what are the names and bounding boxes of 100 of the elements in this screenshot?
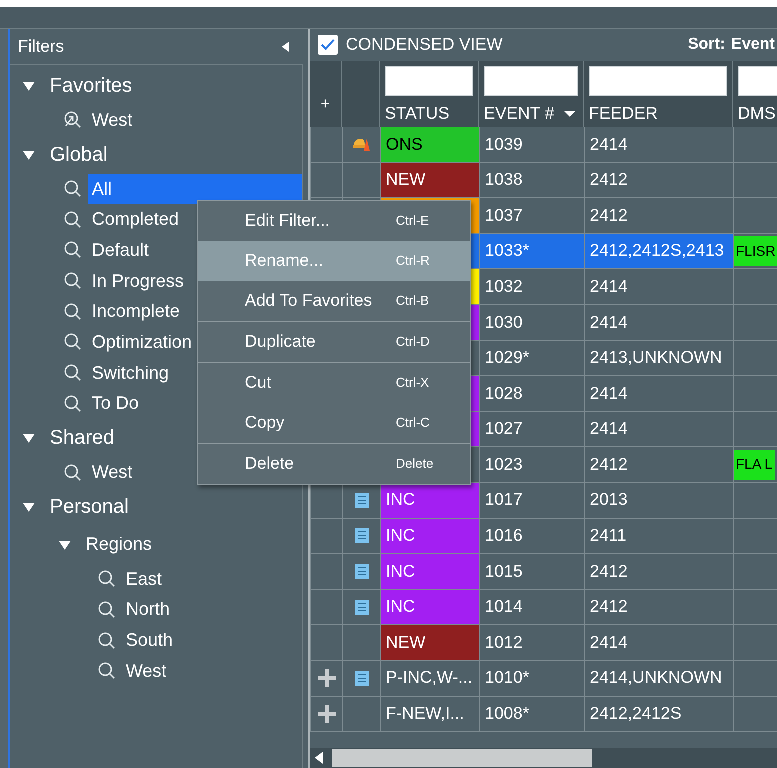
expand-arrow-icon[interactable] <box>22 500 36 513</box>
feeder-cell: 2412,2412S,2413 <box>585 234 734 270</box>
status-cell: NEW <box>381 162 480 198</box>
menu-item[interactable]: Copy Ctrl-C <box>198 403 470 443</box>
condensed-view-label: CONDENSED VIEW <box>346 34 503 56</box>
tree-group-label[interactable]: Favorites <box>50 71 132 101</box>
feeder-cell: 2412 <box>585 162 734 198</box>
search-icon <box>98 570 116 588</box>
column-header[interactable]: EVENT # <box>484 101 555 126</box>
status-cell: INC <box>381 590 480 626</box>
search-icon <box>64 272 82 290</box>
scrollbar-thumb[interactable] <box>332 749 592 767</box>
feeder-cell: 2414 <box>585 269 734 305</box>
column-header[interactable]: FEEDER <box>589 101 658 126</box>
menu-item-label: Duplicate <box>245 331 317 354</box>
shortcut-label: Ctrl-C <box>396 414 431 432</box>
expand-arrow-icon[interactable] <box>22 148 36 161</box>
condensed-view-checkbox[interactable] <box>318 35 338 55</box>
event-cell: 1039 <box>480 127 585 163</box>
expand-arrow-icon[interactable] <box>22 80 36 92</box>
feeder-cell: 2413,UNKNOWN <box>585 340 734 376</box>
sort-arrow-icon <box>564 110 576 117</box>
menu-item-label: Cut <box>245 372 272 394</box>
column-filter-field[interactable] <box>385 66 473 96</box>
plus-icon[interactable] <box>316 704 336 724</box>
filter-item[interactable]: North <box>122 594 302 626</box>
shortcut-label: Ctrl-B <box>396 292 430 310</box>
dms-tag: FLISR <box>734 236 777 266</box>
shortcut-label: Ctrl-D <box>396 333 431 352</box>
filter-item[interactable]: West <box>88 105 302 136</box>
feeder-cell: 2414 <box>585 376 734 412</box>
check-icon <box>321 39 335 51</box>
sort-value: Event <box>731 35 775 55</box>
filter-item[interactable]: West <box>122 656 302 687</box>
event-cell: 1017 <box>480 482 585 519</box>
panel-title: Filters <box>18 36 64 58</box>
feeder-cell: 2414 <box>585 412 734 448</box>
expand-all-header[interactable]: + <box>320 93 330 117</box>
search-icon <box>64 180 82 198</box>
event-cell: 1008* <box>480 696 585 732</box>
feeder-cell: 2411 <box>585 518 734 554</box>
tree-group-label[interactable]: Shared <box>50 423 114 454</box>
status-cell: INC <box>381 554 480 590</box>
search-icon <box>98 662 116 680</box>
status-cell: INC <box>381 482 480 519</box>
event-cell: 1032 <box>480 269 585 305</box>
column-filter-field[interactable] <box>484 66 578 96</box>
search-icon <box>64 210 82 229</box>
menu-item-label: Copy <box>245 412 286 434</box>
feeder-cell: 2412,2412S <box>585 696 734 732</box>
status-cell: P-INC,W-... <box>381 660 480 696</box>
column-header[interactable]: STATUS <box>385 101 450 126</box>
menu-item[interactable]: Add To Favorites Ctrl-B <box>198 281 470 321</box>
feeder-cell: 2412 <box>585 590 734 626</box>
tree-group-label[interactable]: Global <box>50 140 108 170</box>
event-cell: 1038 <box>480 162 585 198</box>
search-icon <box>64 302 82 321</box>
column-header[interactable]: DMS <box>738 101 776 126</box>
shortcut-label: Ctrl-R <box>396 252 431 270</box>
column-filter-field[interactable] <box>589 66 727 96</box>
scroll-left-icon[interactable] <box>314 751 324 765</box>
list-icon <box>354 492 368 508</box>
expand-arrow-icon[interactable] <box>58 538 72 551</box>
status-cell: NEW <box>381 625 480 661</box>
list-icon <box>354 528 368 544</box>
event-cell: 1015 <box>480 554 585 590</box>
status-cell: INC <box>381 518 480 554</box>
feeder-cell: 2414 <box>585 625 734 661</box>
shortcut-label: Delete <box>396 455 435 474</box>
event-cell: 1028 <box>480 376 585 412</box>
event-cell: 1033* <box>480 234 585 270</box>
event-cell: 1030 <box>480 304 585 341</box>
menu-item-label: Rename... <box>245 250 324 272</box>
event-cell: 1012 <box>480 625 585 661</box>
list-icon <box>354 600 368 615</box>
sort-label: Sort: <box>688 35 726 55</box>
search-icon <box>64 241 82 260</box>
event-cell: 1010* <box>480 660 585 696</box>
tree-group-label[interactable]: Regions <box>86 531 152 558</box>
search-icon <box>64 333 82 352</box>
event-cell: 1016 <box>480 518 585 554</box>
menu-item[interactable]: Cut Ctrl-X <box>198 363 470 403</box>
event-cell: 1023 <box>480 447 585 483</box>
feeder-cell: 2412 <box>585 554 734 590</box>
expand-arrow-icon[interactable] <box>22 432 36 444</box>
menu-item[interactable]: Duplicate Ctrl-D <box>198 322 470 362</box>
plus-icon[interactable] <box>316 668 336 688</box>
menu-item-label: Delete <box>245 453 296 476</box>
event-cell: 1029* <box>480 340 585 376</box>
menu-item[interactable]: Delete Delete <box>198 444 470 484</box>
search-icon <box>98 600 116 619</box>
search-icon <box>98 632 116 650</box>
filter-item[interactable]: All <box>88 174 302 204</box>
tree-group-label[interactable]: Personal <box>50 492 129 522</box>
feeder-cell: 2414 <box>585 127 734 163</box>
filter-item[interactable]: South <box>122 625 302 656</box>
menu-item-label: Edit Filter... <box>245 210 332 232</box>
dms-tag: FLA L <box>734 450 775 480</box>
filter-item[interactable]: East <box>122 564 302 595</box>
search-icon <box>64 364 82 382</box>
